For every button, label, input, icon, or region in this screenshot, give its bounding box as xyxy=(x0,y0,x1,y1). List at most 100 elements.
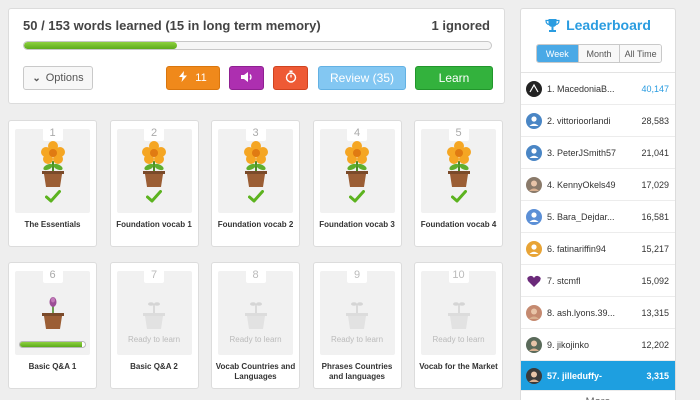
level-title: Foundation vocab 3 xyxy=(319,220,395,229)
leaderboard-score: 28,583 xyxy=(641,115,669,126)
leaderboard-score: 12,202 xyxy=(641,339,669,350)
leaderboard-score: 13,315 xyxy=(641,307,669,318)
review-button[interactable]: Review (35) xyxy=(318,66,406,90)
progress-panel: 50 / 153 words learned (15 in long term … xyxy=(8,8,505,104)
tab-month[interactable]: Month xyxy=(577,45,620,62)
checkmark-icon xyxy=(146,190,162,208)
checkmark-icon xyxy=(349,190,365,208)
leaderboard-user-name: 57. jilleduffy- xyxy=(547,370,603,381)
level-number: 4 xyxy=(347,125,367,141)
avatar xyxy=(526,304,542,321)
leaderboard-row[interactable]: 4. KennyOkels49 17,029 xyxy=(521,169,675,201)
leaderboard-row[interactable]: 2. vittorioorlandi 28,583 xyxy=(521,105,675,137)
level-number: 8 xyxy=(245,267,266,283)
flower-pot-icon xyxy=(444,141,474,192)
flower-pot-icon xyxy=(38,141,68,192)
options-button[interactable]: ⌄ Options xyxy=(23,66,93,90)
speaker-icon xyxy=(240,71,254,86)
level-number: 6 xyxy=(42,267,63,283)
empty-pot-icon xyxy=(139,283,169,334)
empty-pot-icon xyxy=(342,283,372,334)
difficult-words-button[interactable] xyxy=(273,66,308,90)
ready-to-learn-label: Ready to learn xyxy=(127,335,181,344)
ready-to-learn-label: Ready to learn xyxy=(330,335,384,344)
level-number: 1 xyxy=(42,125,63,141)
leaderboard-row[interactable]: 1. MacedoniaB... 40,147 xyxy=(521,73,675,105)
empty-pot-icon xyxy=(444,283,474,334)
level-tile: 2 xyxy=(116,125,192,213)
options-label: Options xyxy=(45,72,84,84)
ignored-count-text: 1 ignored xyxy=(431,18,490,33)
level-number: 7 xyxy=(144,267,164,283)
speed-review-count: 11 xyxy=(195,72,207,84)
course-progress-fill xyxy=(24,42,177,49)
leaderboard-user-name: 8. ash.lyons.39... xyxy=(547,307,616,318)
ready-to-learn-label: Ready to learn xyxy=(229,335,282,344)
avatar xyxy=(526,240,542,257)
trophy-icon xyxy=(545,18,560,32)
level-title: Foundation vocab 1 xyxy=(116,220,192,229)
flower-pot-icon xyxy=(139,141,169,192)
avatar xyxy=(526,273,542,289)
learn-button[interactable]: Learn xyxy=(415,66,493,90)
leaderboard-user-name: 1. MacedoniaB... xyxy=(547,83,615,94)
level-card[interactable]: 6 Basic Q&A 1 xyxy=(8,262,97,389)
level-tile: 10 Ready to learn xyxy=(421,267,496,355)
level-card[interactable]: 9 Ready to learn Phrases Countries and lan… xyxy=(312,262,402,389)
words-learned-text: 50 / 153 words learned (15 in long term … xyxy=(23,18,321,33)
level-tile: 9 Ready to learn xyxy=(319,267,395,355)
checkmark-icon xyxy=(247,190,264,208)
checkmark-icon xyxy=(44,190,61,208)
leaderboard-score: 3,315 xyxy=(646,370,669,381)
level-card[interactable]: 3 Foundation vocab 2 xyxy=(211,120,300,247)
leaderboard-score: 16,581 xyxy=(641,211,669,222)
level-progress-bar xyxy=(19,341,86,348)
level-tile: 7 Ready to learn xyxy=(116,267,192,355)
flower-pot-icon xyxy=(241,141,271,192)
empty-pot-icon xyxy=(241,283,271,334)
leaderboard-more-button[interactable]: More xyxy=(521,391,675,400)
avatar xyxy=(526,144,542,161)
leaderboard-row[interactable]: 6. fatinariffin94 15,217 xyxy=(521,233,675,265)
level-card[interactable]: 1 The Essentials xyxy=(8,120,97,247)
avatar xyxy=(526,336,542,353)
avatar xyxy=(526,208,542,225)
level-title: Phrases Countries and languages xyxy=(321,362,393,381)
audio-mode-button[interactable] xyxy=(229,66,264,90)
leaderboard-score: 40,147 xyxy=(641,83,669,94)
leaderboard-row[interactable]: 7. stcmfl 15,092 xyxy=(521,265,675,297)
leaderboard-panel: Leaderboard Week Month All Time 1. Maced… xyxy=(520,8,676,400)
leaderboard-title: Leaderboard xyxy=(566,17,651,33)
level-card[interactable]: 8 Ready to learn Vocab Countries and Langu… xyxy=(211,262,300,389)
leaderboard-row[interactable]: 5. Bara_Dejdar... 16,581 xyxy=(521,201,675,233)
leaderboard-row[interactable]: 8. ash.lyons.39... 13,315 xyxy=(521,297,675,329)
level-card[interactable]: 5 Foundation vocab 4 xyxy=(414,120,503,247)
leaderboard-score: 17,029 xyxy=(641,179,669,190)
avatar xyxy=(526,112,542,129)
leaderboard-list: 1. MacedoniaB... 40,147 2. vittorioorlandi… xyxy=(521,72,675,400)
leaderboard-tabs: Week Month All Time xyxy=(536,44,662,63)
speed-review-button[interactable]: 11 xyxy=(166,66,220,90)
level-card[interactable]: 7 Ready to learn Basic Q&A 2 xyxy=(109,262,199,389)
leaderboard-row-current-user[interactable]: 57. jilleduffy- 3,315 xyxy=(521,361,675,391)
leaderboard-user-name: 6. fatinariffin94 xyxy=(547,243,606,254)
level-card[interactable]: 4 Foundation vocab 3 xyxy=(312,120,402,247)
level-title: Basic Q&A 1 xyxy=(28,362,77,371)
leaderboard-user-name: 3. PeterJSmith57 xyxy=(547,147,617,158)
level-number: 10 xyxy=(448,267,469,283)
level-tile: 6 xyxy=(15,267,90,355)
level-progress-fill xyxy=(20,342,82,347)
leaderboard-row[interactable]: 3. PeterJSmith57 21,041 xyxy=(521,137,675,169)
lightning-icon xyxy=(179,71,188,85)
leaderboard-user-name: 2. vittorioorlandi xyxy=(547,115,611,126)
level-card[interactable]: 2 Foundation vocab 1 xyxy=(109,120,199,247)
level-tile: 1 xyxy=(15,125,90,213)
level-tile: 8 Ready to learn xyxy=(218,267,293,355)
level-tile: 3 xyxy=(218,125,293,213)
leaderboard-row[interactable]: 9. jikojinko 12,202 xyxy=(521,329,675,361)
level-card[interactable]: 10 Ready to learn Vocab for the Market xyxy=(414,262,503,389)
tab-all-time[interactable]: All Time xyxy=(619,45,661,62)
tab-week[interactable]: Week xyxy=(537,45,578,62)
leaderboard-score: 21,041 xyxy=(641,147,669,158)
level-title: Foundation vocab 2 xyxy=(217,220,294,229)
